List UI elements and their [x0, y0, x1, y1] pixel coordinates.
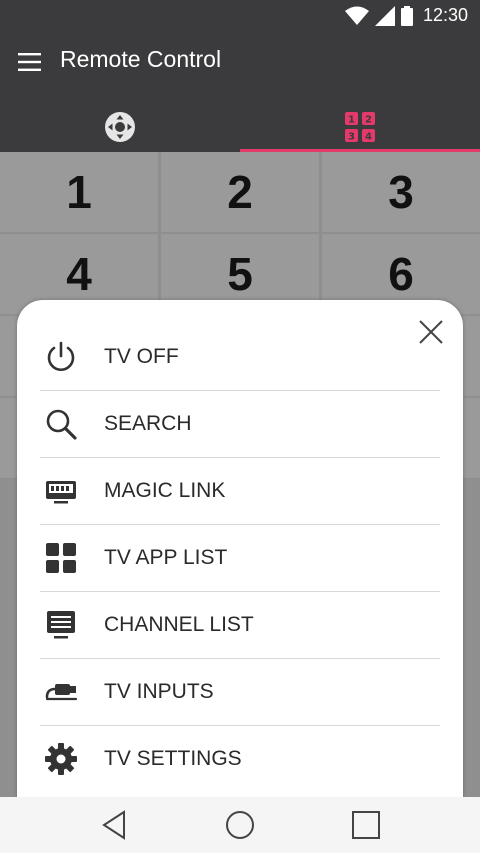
numpad-glyph: 2	[365, 115, 372, 126]
app-bar: Remote Control 1 2 3 4	[0, 32, 480, 152]
hamburger-menu-icon[interactable]	[18, 50, 42, 74]
recent-apps-button[interactable]	[350, 809, 382, 841]
menu-item-label: TV INPUTS	[104, 680, 214, 703]
channel-list-icon	[44, 608, 78, 642]
dpad-icon	[105, 112, 135, 142]
wifi-icon	[344, 6, 369, 25]
magic-link-icon	[44, 474, 78, 508]
numpad-key-1[interactable]: 1	[0, 152, 158, 232]
back-icon	[102, 810, 125, 840]
menu-sheet: TV OFF SEARCH MAGIC LINK TV APP LIST CHA…	[17, 300, 463, 840]
gear-icon	[44, 742, 78, 776]
input-cable-icon	[44, 675, 78, 709]
menu-item-magic-link[interactable]: MAGIC LINK	[40, 458, 440, 525]
numpad-glyph: 3	[348, 132, 355, 143]
menu-item-tv-app-list[interactable]: TV APP LIST	[40, 525, 440, 592]
menu-item-tv-inputs[interactable]: TV INPUTS	[40, 659, 440, 726]
search-icon	[44, 407, 78, 441]
status-icons: 12:30	[344, 5, 468, 26]
status-time: 12:30	[422, 5, 468, 25]
signal-icon	[374, 5, 395, 26]
back-button[interactable]	[98, 809, 130, 841]
menu-item-label: TV APP LIST	[104, 546, 228, 569]
system-nav-bar	[0, 797, 480, 853]
remote-tabs: 1 2 3 4	[0, 102, 480, 152]
menu-item-label: MAGIC LINK	[104, 479, 226, 502]
menu-item-tv-settings[interactable]: TV SETTINGS	[40, 726, 440, 792]
tab-numpad[interactable]: 1 2 3 4	[240, 102, 480, 152]
numpad-key-3[interactable]: 3	[322, 152, 480, 232]
numpad-glyph: 4	[365, 132, 372, 143]
menu-item-label: TV SETTINGS	[104, 747, 242, 770]
page-title: Remote Control	[60, 46, 222, 72]
app-grid-icon	[44, 541, 78, 575]
menu-item-search[interactable]: SEARCH	[40, 391, 440, 458]
numpad-glyph: 1	[348, 115, 355, 126]
home-button[interactable]	[224, 809, 256, 841]
menu-item-tv-off[interactable]: TV OFF	[40, 324, 440, 391]
menu-item-label: SEARCH	[104, 412, 192, 435]
tab-dpad[interactable]	[0, 102, 240, 152]
numpad-icon: 1 2 3 4	[345, 112, 375, 143]
home-icon	[226, 811, 254, 839]
menu-item-label: TV OFF	[104, 345, 179, 368]
menu-list: TV OFF SEARCH MAGIC LINK TV APP LIST CHA…	[40, 324, 440, 792]
recent-apps-icon	[352, 811, 380, 839]
battery-icon	[400, 5, 413, 26]
numpad-key-2[interactable]: 2	[161, 152, 319, 232]
power-icon	[44, 340, 78, 374]
status-bar: 12:30	[0, 0, 480, 32]
menu-item-channel-list[interactable]: CHANNEL LIST	[40, 592, 440, 659]
menu-item-label: CHANNEL LIST	[104, 613, 254, 636]
